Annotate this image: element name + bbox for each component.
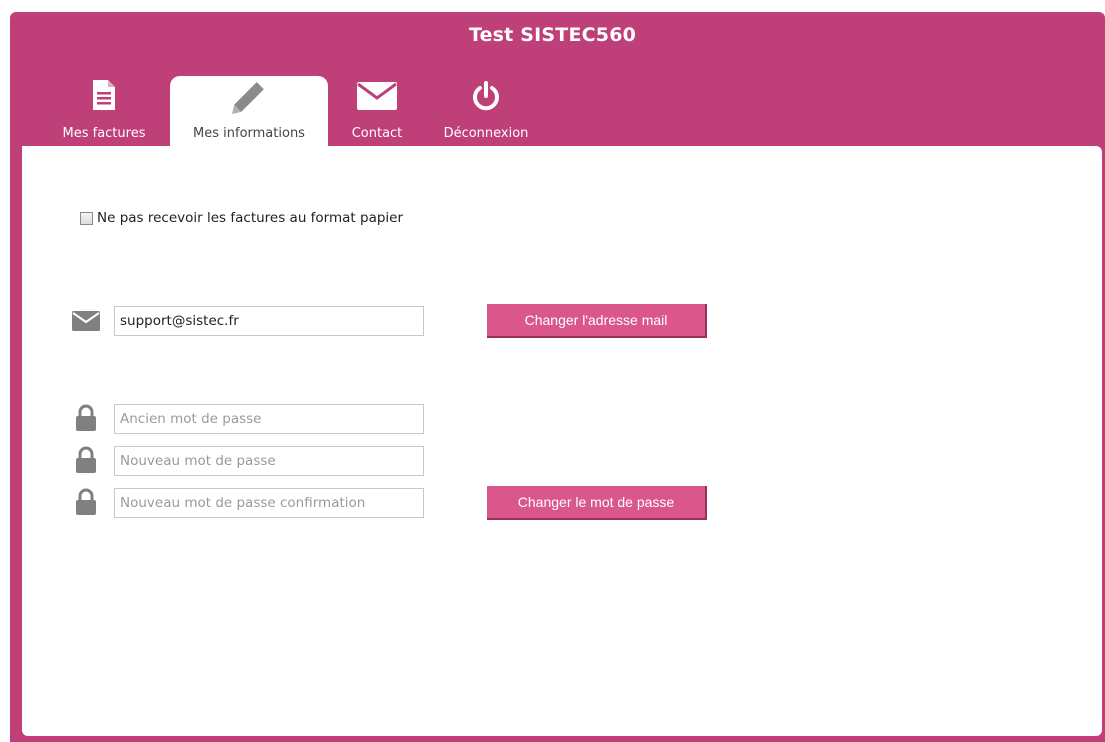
- tab-label: Mes factures: [62, 126, 146, 141]
- tab-deconnexion[interactable]: Déconnexion: [432, 76, 540, 147]
- confirm-password-field[interactable]: [114, 488, 424, 518]
- app-title: Test SISTEC560: [468, 24, 637, 46]
- content-panel: [22, 146, 1102, 736]
- document-icon: [91, 78, 117, 116]
- tab-label: Déconnexion: [443, 126, 529, 141]
- power-icon: [470, 80, 502, 116]
- paper-checkbox-label: Ne pas recevoir les factures au format p…: [97, 210, 404, 226]
- paper-option: Ne pas recevoir les factures au format p…: [80, 210, 403, 226]
- tab-mes-factures[interactable]: Mes factures: [52, 76, 156, 147]
- lock-icon: [75, 446, 97, 478]
- change-password-button[interactable]: Changer le mot de passe: [487, 486, 707, 520]
- old-password-field[interactable]: [114, 404, 424, 434]
- lock-icon: [75, 488, 97, 520]
- new-password-field[interactable]: [114, 446, 424, 476]
- envelope-icon: [357, 82, 397, 114]
- envelope-icon: [72, 311, 100, 335]
- tab-contact[interactable]: Contact: [340, 76, 414, 147]
- pencil-icon: [229, 78, 269, 120]
- paper-checkbox[interactable]: [80, 211, 93, 225]
- email-field[interactable]: [114, 306, 424, 336]
- tab-mes-informations[interactable]: Mes informations: [170, 76, 328, 147]
- tab-label: Contact: [351, 126, 403, 141]
- change-email-button[interactable]: Changer l'adresse mail: [487, 304, 707, 338]
- lock-icon: [75, 404, 97, 436]
- tab-label: Mes informations: [193, 126, 305, 141]
